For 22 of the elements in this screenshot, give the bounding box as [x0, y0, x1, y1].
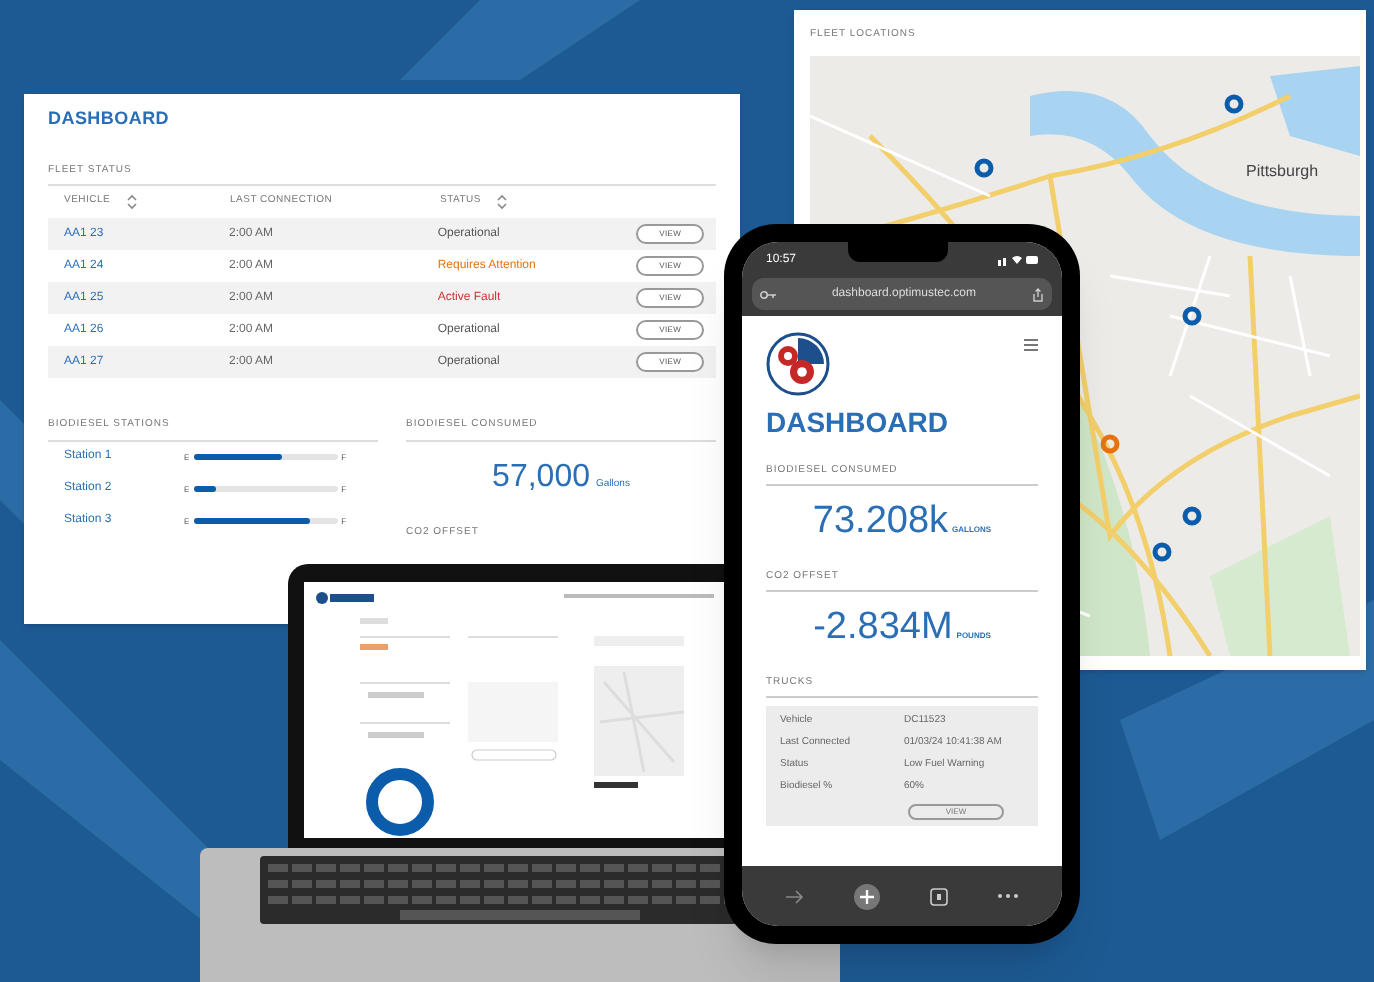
- share-icon[interactable]: [1032, 287, 1044, 301]
- dashboard-title: DASHBOARD: [48, 106, 172, 132]
- consumed-value: 73.208k: [812, 497, 949, 545]
- new-tab-plus-icon[interactable]: [854, 883, 881, 909]
- sort-icon[interactable]: [496, 194, 509, 210]
- city-label: Pittsburgh: [1246, 159, 1319, 183]
- location-pin-icon[interactable]: [974, 157, 994, 177]
- tabs-icon[interactable]: [929, 887, 948, 905]
- gear-logo-icon: [766, 332, 830, 396]
- notch: [847, 242, 947, 262]
- sort-icon[interactable]: [126, 194, 139, 210]
- forward-arrow-icon[interactable]: [786, 889, 805, 903]
- consumed-value: 57,000: [492, 457, 590, 497]
- park-area: [1210, 515, 1350, 655]
- location-pin-icon[interactable]: [1182, 305, 1202, 325]
- location-pin-icon[interactable]: [1224, 93, 1244, 113]
- location-pin-icon[interactable]: [1182, 505, 1202, 525]
- offset-value: -2.834M: [813, 603, 953, 651]
- menu-icon[interactable]: [1024, 338, 1038, 352]
- signal-wifi-battery-icon: [997, 254, 1038, 266]
- key-icon: [760, 289, 776, 299]
- location-pin-icon[interactable]: [1152, 541, 1172, 561]
